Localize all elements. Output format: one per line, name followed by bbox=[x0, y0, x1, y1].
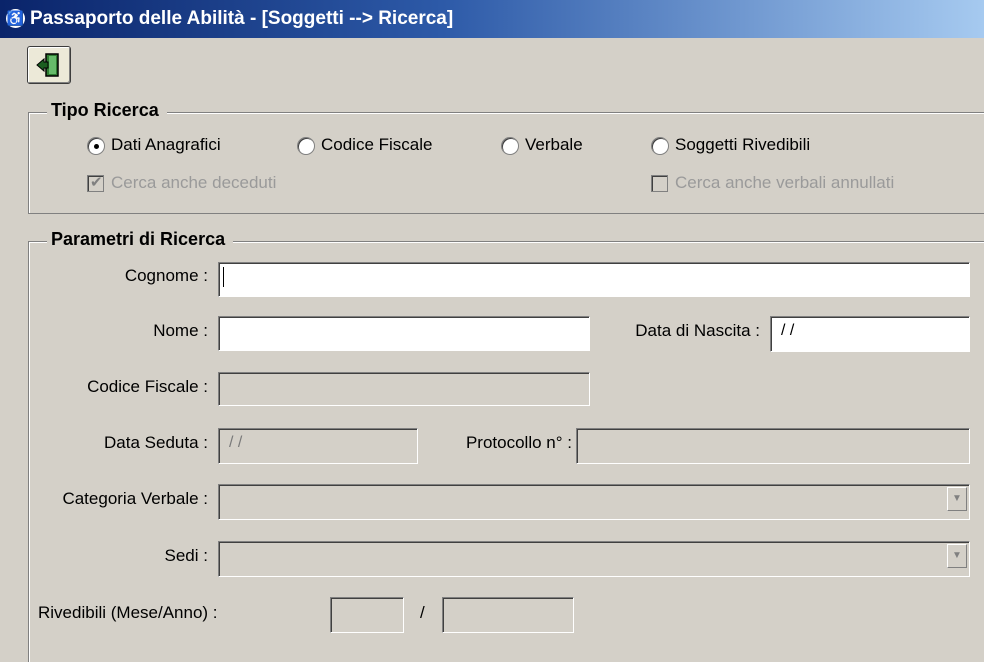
categoria-verbale-select[interactable]: ▼ bbox=[218, 484, 970, 520]
tipo-ricerca-group: Tipo Ricerca Dati Anagrafici Codice Fisc… bbox=[28, 100, 984, 214]
radio-circle bbox=[651, 137, 669, 155]
radio-label: Soggetti Rivedibili bbox=[675, 135, 811, 154]
cognome-label: Cognome : bbox=[124, 266, 208, 285]
protocollo-label: Protocollo n° : bbox=[465, 433, 572, 452]
codice-fiscale-label: Codice Fiscale : bbox=[87, 377, 208, 396]
parametri-ricerca-legend: Parametri di Ricerca bbox=[47, 229, 234, 250]
rivedibili-anno-input[interactable] bbox=[442, 597, 574, 633]
checkmark-icon: ✔ bbox=[90, 174, 103, 191]
data-seduta-input[interactable]: / / bbox=[218, 428, 418, 464]
radio-circle bbox=[297, 137, 315, 155]
rivedibili-separator: / bbox=[420, 603, 425, 622]
radio-label: Verbale bbox=[525, 135, 583, 154]
nome-input[interactable] bbox=[218, 316, 590, 351]
categoria-verbale-label: Categoria Verbale : bbox=[62, 489, 208, 508]
radio-circle bbox=[87, 137, 105, 155]
rivedibili-mese-input[interactable] bbox=[330, 597, 404, 633]
cognome-input[interactable] bbox=[218, 262, 970, 297]
checkbox-box bbox=[651, 175, 668, 192]
window-title: Passaporto delle Abilità - [Soggetti -->… bbox=[30, 8, 454, 29]
wheelchair-icon: ♿ bbox=[6, 9, 25, 28]
dropdown-arrow-icon[interactable]: ▼ bbox=[947, 544, 967, 568]
data-nascita-label: Data di Nascita : bbox=[635, 321, 760, 340]
checkbox-label: Cerca anche verbali annullati bbox=[675, 173, 895, 192]
checkbox-box: ✔ bbox=[87, 174, 104, 192]
data-nascita-input[interactable]: / / bbox=[770, 316, 970, 352]
text-caret bbox=[223, 266, 224, 287]
sedi-label: Sedi : bbox=[164, 546, 208, 565]
nome-label: Nome : bbox=[153, 321, 208, 340]
dropdown-arrow-icon[interactable]: ▼ bbox=[947, 487, 967, 511]
radio-selected-dot bbox=[94, 144, 99, 149]
radio-circle bbox=[501, 137, 519, 155]
sedi-select[interactable]: ▼ bbox=[218, 541, 970, 577]
exit-button[interactable] bbox=[27, 46, 71, 84]
title-bar: ♿ Passaporto delle Abilità - [Soggetti -… bbox=[0, 0, 984, 38]
tipo-ricerca-legend: Tipo Ricerca bbox=[47, 100, 167, 121]
protocollo-input[interactable] bbox=[576, 428, 970, 464]
radio-label: Codice Fiscale bbox=[321, 135, 433, 154]
radio-label: Dati Anagrafici bbox=[111, 135, 221, 154]
data-seduta-label: Data Seduta : bbox=[104, 433, 208, 452]
checkbox-label: Cerca anche deceduti bbox=[111, 173, 277, 192]
exit-door-icon bbox=[36, 53, 59, 77]
codice-fiscale-input[interactable] bbox=[218, 372, 590, 406]
rivedibili-label: Rivedibili (Mese/Anno) : bbox=[38, 603, 218, 622]
